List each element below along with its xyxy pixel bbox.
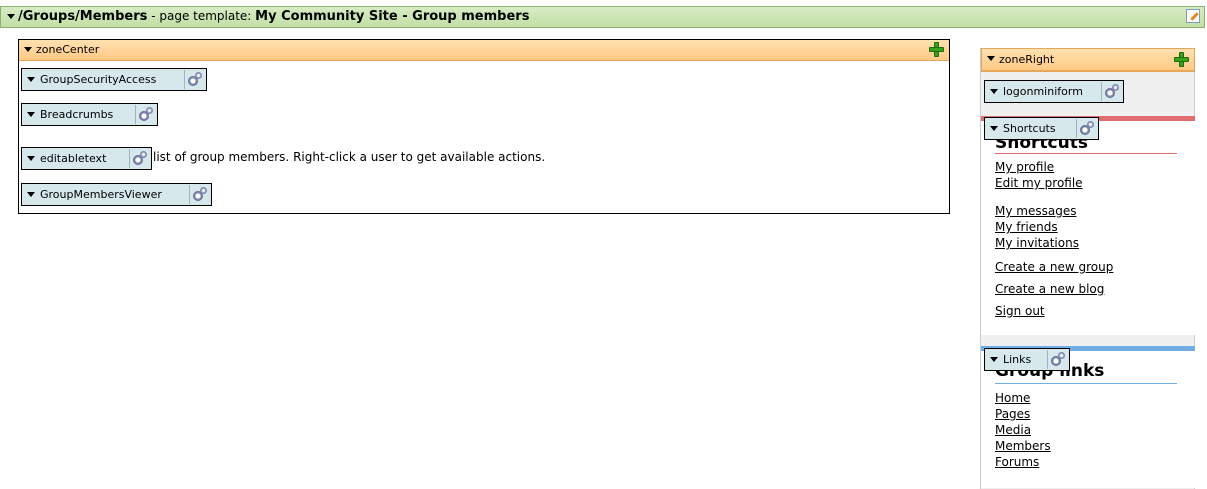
webpart-title: GroupMembersViewer xyxy=(40,188,162,201)
page-path: /Groups/Members xyxy=(18,9,148,24)
webpart-menu-arrow-icon[interactable] xyxy=(990,126,998,131)
zone-right-title: zoneRight xyxy=(999,53,1055,66)
webpart-logonminiform[interactable]: logonminiform xyxy=(984,80,1124,103)
edit-template-icon[interactable] xyxy=(1186,9,1200,23)
webpart-title: Links xyxy=(1003,353,1032,366)
zone-right-add-webpart-icon[interactable] xyxy=(1173,51,1190,68)
sign-out-link[interactable]: Sign out xyxy=(995,300,1113,322)
forums-link[interactable]: Forums xyxy=(995,454,1051,470)
create-blog-link[interactable]: Create a new blog xyxy=(995,278,1113,300)
webpart-properties-gear-icon[interactable] xyxy=(1076,119,1096,138)
page-menu-arrow-icon[interactable] xyxy=(7,14,15,19)
webpart-menu-arrow-icon[interactable] xyxy=(27,77,35,82)
webpart-properties-gear-icon[interactable] xyxy=(189,185,209,204)
my-friends-link[interactable]: My friends xyxy=(995,219,1113,235)
members-link[interactable]: Members xyxy=(995,438,1051,454)
webpart-groupmembersviewer[interactable]: GroupMembersViewer xyxy=(21,183,212,206)
webpart-title: logonminiform xyxy=(1003,85,1083,98)
webpart-title: Shortcuts xyxy=(1003,122,1056,135)
zone-center-title: zoneCenter xyxy=(36,43,100,56)
webpart-links[interactable]: Links xyxy=(984,348,1070,371)
template-name: My Community Site - Group members xyxy=(255,9,530,24)
shortcuts-box: Shortcuts My profile Edit my profile My … xyxy=(981,116,1195,335)
zone-right-menu-arrow-icon[interactable] xyxy=(987,56,995,61)
zone-center-add-webpart-icon[interactable] xyxy=(928,41,945,58)
webpart-properties-gear-icon[interactable] xyxy=(1047,350,1067,369)
edit-my-profile-link[interactable]: Edit my profile xyxy=(995,175,1113,191)
my-invitations-link[interactable]: My invitations xyxy=(995,235,1113,251)
page-template-path: /Groups/Members - page template: My Comm… xyxy=(18,9,529,24)
shortcuts-divider xyxy=(995,153,1177,154)
webpart-properties-gear-icon[interactable] xyxy=(184,70,204,89)
webpart-groupsecurityaccess[interactable]: GroupSecurityAccess xyxy=(21,68,207,91)
webpart-title: editabletext xyxy=(40,152,107,165)
webpart-properties-gear-icon[interactable] xyxy=(129,149,149,168)
create-group-link[interactable]: Create a new group xyxy=(995,256,1113,278)
my-messages-link[interactable]: My messages xyxy=(995,203,1113,219)
group-links-divider xyxy=(995,383,1177,384)
zone-right-header: zoneRight xyxy=(982,49,1194,71)
editable-text-content: list of group members. Right-click a use… xyxy=(153,150,546,164)
webpart-properties-gear-icon[interactable] xyxy=(1101,82,1121,101)
shortcuts-links: My profile Edit my profile My messages M… xyxy=(995,159,1113,322)
webpart-editabletext[interactable]: editabletext xyxy=(21,147,152,170)
group-links-list: Home Pages Media Members Forums xyxy=(995,390,1051,470)
webpart-title: GroupSecurityAccess xyxy=(40,73,157,86)
page-template-bar: /Groups/Members - page template: My Comm… xyxy=(0,6,1205,28)
webpart-menu-arrow-icon[interactable] xyxy=(990,357,998,362)
media-link[interactable]: Media xyxy=(995,422,1051,438)
zone-center-header: zoneCenter xyxy=(19,40,949,61)
zone-center-menu-arrow-icon[interactable] xyxy=(24,47,32,52)
webpart-menu-arrow-icon[interactable] xyxy=(990,89,998,94)
webpart-menu-arrow-icon[interactable] xyxy=(27,156,35,161)
zone-right: zoneRight xyxy=(981,48,1195,72)
webpart-menu-arrow-icon[interactable] xyxy=(27,192,35,197)
webpart-title: Breadcrumbs xyxy=(40,108,114,121)
pages-link[interactable]: Pages xyxy=(995,406,1051,422)
webpart-breadcrumbs[interactable]: Breadcrumbs xyxy=(21,103,158,126)
webpart-menu-arrow-icon[interactable] xyxy=(27,112,35,117)
right-column: Shortcuts My profile Edit my profile My … xyxy=(980,48,1195,489)
home-link[interactable]: Home xyxy=(995,390,1051,406)
my-profile-link[interactable]: My profile xyxy=(995,159,1113,175)
template-label: - page template: xyxy=(147,9,256,23)
webpart-properties-gear-icon[interactable] xyxy=(135,105,155,124)
webpart-shortcuts[interactable]: Shortcuts xyxy=(984,117,1099,140)
